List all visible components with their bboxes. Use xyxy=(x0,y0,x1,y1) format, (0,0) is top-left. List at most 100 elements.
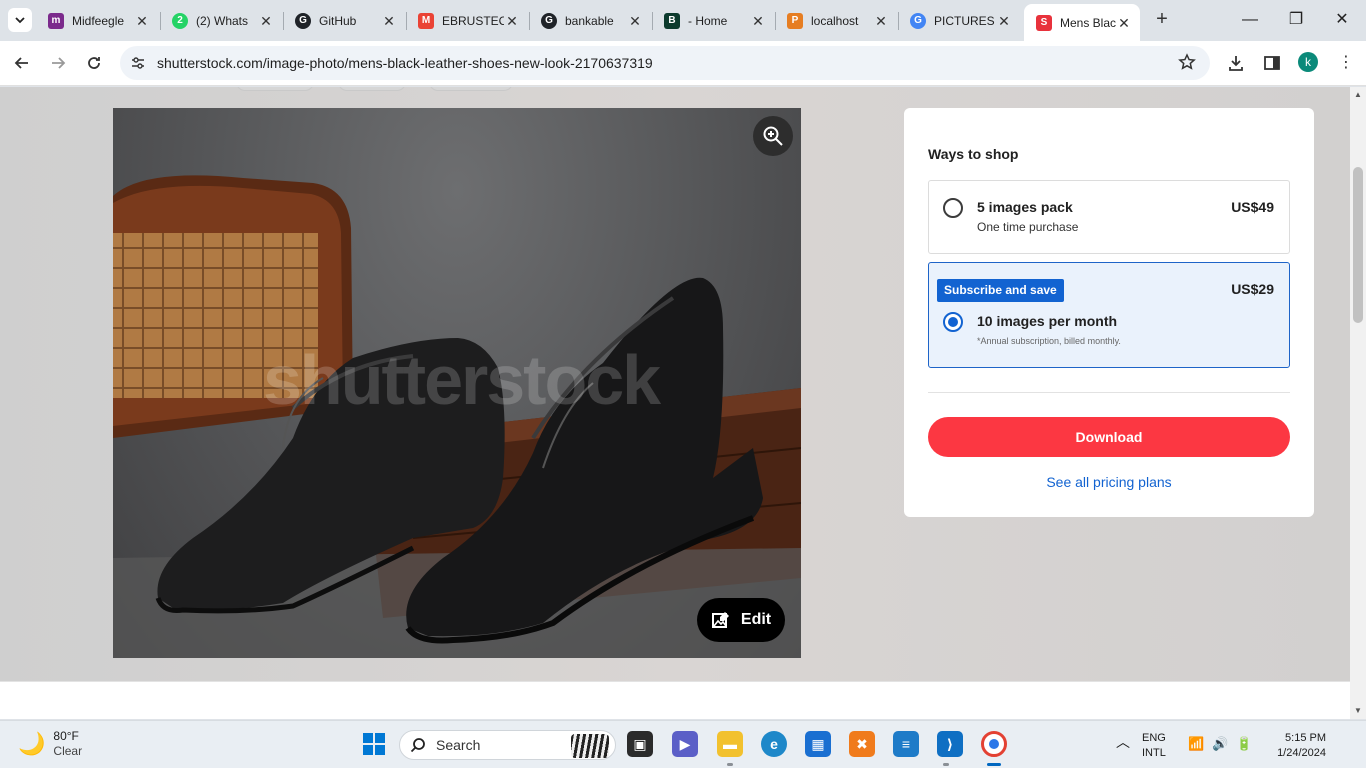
close-icon[interactable]: ✕ xyxy=(258,13,274,29)
new-tab-button[interactable]: + xyxy=(1150,8,1174,32)
bookmark-button[interactable] xyxy=(1178,53,1196,76)
url-text: shutterstock.com/image-photo/mens-black-… xyxy=(157,55,653,71)
pricing-plans-link[interactable]: See all pricing plans xyxy=(928,474,1290,490)
search-icon xyxy=(410,738,425,753)
tab-home[interactable]: B - Home ✕ xyxy=(652,4,774,37)
clock-time: 5:15 PM xyxy=(1285,732,1326,744)
scroll-up-icon[interactable]: ▲ xyxy=(1353,91,1363,99)
more-vert-icon: ⋮ xyxy=(1338,54,1354,71)
search-label: Search xyxy=(436,737,481,753)
midfeegle-favicon-icon: m xyxy=(48,12,64,29)
clock[interactable]: 5:15 PM 1/24/2024 xyxy=(1266,731,1326,761)
close-icon[interactable]: ✕ xyxy=(996,13,1012,29)
scroll-thumb[interactable] xyxy=(1353,167,1363,323)
minimize-icon: — xyxy=(1242,11,1258,28)
tab-midfeegle[interactable]: m Midfeegle ✕ xyxy=(36,4,158,37)
tab-whatsapp[interactable]: 2 (2) Whats ✕ xyxy=(160,4,282,37)
tab-localhost[interactable]: P localhost ✕ xyxy=(775,4,897,37)
tab-gmail[interactable]: M EBRUSTEC ✕ xyxy=(406,4,528,37)
image-edit-icon xyxy=(711,612,729,628)
radio-button-selected[interactable] xyxy=(943,312,963,332)
weather-temp: 80°F xyxy=(53,729,79,743)
gmail-favicon-icon: M xyxy=(418,12,434,29)
back-button[interactable] xyxy=(8,49,36,77)
close-icon[interactable]: ✕ xyxy=(134,13,150,29)
scroll-down-icon[interactable]: ▼ xyxy=(1353,707,1363,715)
close-icon[interactable]: ✕ xyxy=(627,13,643,29)
restore-button[interactable]: ❐ xyxy=(1274,6,1318,34)
language-code: ENG xyxy=(1142,732,1166,744)
taskbar: 🌙 80°F Clear Search ▣ ▶ ▬ e ▦ ✖ ≡ ⟩ ︿ EN… xyxy=(0,720,1366,768)
edge-button[interactable]: e xyxy=(761,731,787,757)
tab-github[interactable]: G GitHub ✕ xyxy=(283,4,405,37)
option-price: US$49 xyxy=(1231,199,1274,215)
running-app-indicator xyxy=(727,763,733,766)
filter-chip[interactable] xyxy=(236,87,314,91)
close-icon[interactable]: ✕ xyxy=(750,13,766,29)
github-favicon-icon: G xyxy=(295,12,311,29)
tune-icon xyxy=(132,57,144,69)
chevron-down-icon xyxy=(15,17,25,24)
forward-button[interactable] xyxy=(44,49,72,77)
images-pack-option[interactable]: 5 images pack One time purchase US$49 xyxy=(928,180,1290,254)
tab-title: - Home xyxy=(688,13,728,28)
side-panel-button[interactable] xyxy=(1261,52,1283,74)
edit-button[interactable]: Edit xyxy=(697,598,785,642)
home-favicon-icon: B xyxy=(664,12,680,29)
battery-icon: 🔋 xyxy=(1236,736,1253,751)
subscription-option[interactable]: Subscribe and save 10 images per month *… xyxy=(928,262,1290,368)
tab-bankable[interactable]: G bankable ✕ xyxy=(529,4,651,37)
tab-title: (2) Whats xyxy=(196,13,249,28)
menu-button[interactable]: ⋮ xyxy=(1336,53,1356,73)
keyboard-layout: INTL xyxy=(1142,747,1166,759)
battery-button[interactable]: 🔋 xyxy=(1236,736,1252,751)
weather-widget[interactable]: 🌙 80°F Clear xyxy=(18,729,82,759)
task-view-button[interactable]: ▣ xyxy=(627,731,653,757)
taskbar-search[interactable]: Search xyxy=(399,730,616,760)
store-button[interactable]: ▦ xyxy=(805,731,831,757)
close-icon[interactable]: ✕ xyxy=(1116,15,1132,31)
notepad-button[interactable]: ≡ xyxy=(893,731,919,757)
filter-chip[interactable] xyxy=(338,87,406,91)
profile-avatar[interactable]: k xyxy=(1298,52,1318,72)
tab-pictures[interactable]: G PICTURES ✕ xyxy=(898,4,1020,37)
show-hidden-icons-button[interactable]: ︿ xyxy=(1116,735,1130,750)
start-button[interactable] xyxy=(361,731,387,757)
volume-button[interactable]: 🔊 xyxy=(1212,736,1228,751)
radio-button[interactable] xyxy=(943,198,963,218)
reload-button[interactable] xyxy=(80,49,108,77)
notepad-icon: ≡ xyxy=(901,736,911,752)
vscode-button[interactable]: ⟩ xyxy=(937,731,963,757)
tab-title: bankable xyxy=(565,13,614,28)
page-scrollbar[interactable]: ▲ ▼ xyxy=(1350,87,1366,719)
teams-button[interactable]: ▶ xyxy=(672,731,698,757)
chrome-button[interactable] xyxy=(981,731,1007,757)
vscode-icon: ⟩ xyxy=(946,735,954,752)
plus-icon: + xyxy=(1156,8,1168,30)
site-info-button[interactable] xyxy=(128,53,148,73)
product-photo[interactable]: shutterstock Edit xyxy=(113,108,801,658)
tab-search-button[interactable] xyxy=(8,8,32,32)
page-footer-strip xyxy=(0,681,1350,719)
xampp-button[interactable]: ✖ xyxy=(849,731,875,757)
zoom-button[interactable] xyxy=(753,116,793,156)
network-button[interactable]: 📶 xyxy=(1188,736,1204,751)
close-window-button[interactable]: ✕ xyxy=(1320,6,1364,34)
tab-strip: m Midfeegle ✕ 2 (2) Whats ✕ G GitHub ✕ M… xyxy=(0,0,1366,41)
file-explorer-button[interactable]: ▬ xyxy=(717,731,743,757)
close-icon[interactable]: ✕ xyxy=(381,13,397,29)
tab-mens-black-shoes[interactable]: S Mens Blac ✕ xyxy=(1024,4,1140,41)
page-content: shutterstock Edit Ways to shop 5 images … xyxy=(0,87,1350,681)
address-bar[interactable]: shutterstock.com/image-photo/mens-black-… xyxy=(120,46,1210,80)
arrow-left-icon xyxy=(14,57,28,69)
video-call-icon: ▶ xyxy=(679,735,691,752)
clock-date: 1/24/2024 xyxy=(1277,747,1326,759)
language-indicator[interactable]: ENG INTL xyxy=(1142,731,1166,761)
download-button[interactable]: Download xyxy=(928,417,1290,457)
filter-chip[interactable] xyxy=(429,87,513,91)
minimize-button[interactable]: — xyxy=(1228,6,1272,34)
downloads-button[interactable] xyxy=(1225,52,1247,74)
close-icon[interactable]: ✕ xyxy=(873,13,889,29)
close-icon[interactable]: ✕ xyxy=(504,13,520,29)
wifi-icon: 📶 xyxy=(1188,736,1205,751)
